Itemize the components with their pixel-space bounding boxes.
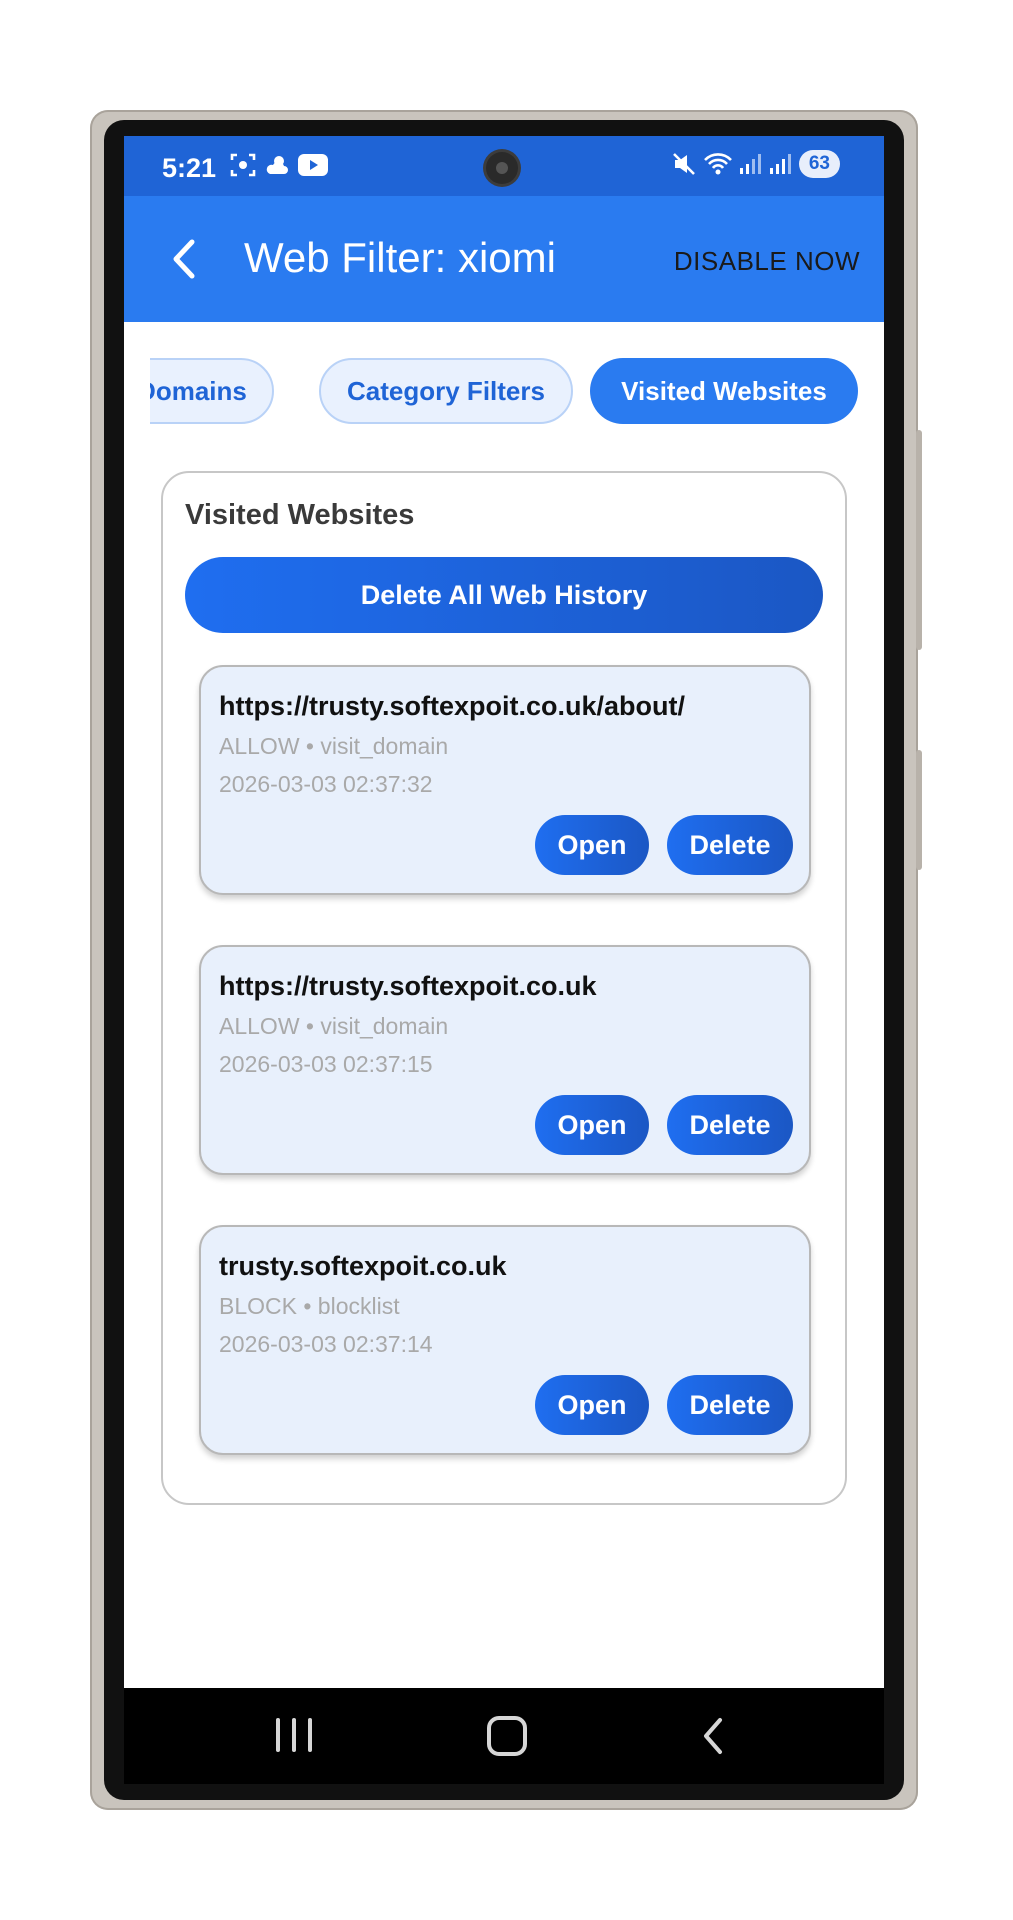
history-entry: https://trusty.softexpoit.co.uk ALLOW • … [199,945,811,1175]
recents-icon[interactable] [276,1718,312,1752]
disable-now-button[interactable]: DISABLE NOW [674,246,860,277]
entry-timestamp: 2026-03-03 02:37:32 [219,771,433,797]
page-title: Web Filter: xiomi [244,234,556,281]
visited-websites-card: Visited Websites Delete All Web History … [161,471,847,1505]
system-nav-bar [124,1688,884,1784]
entry-meta: BLOCK • blocklist [219,1293,400,1319]
signal-icon [739,154,761,174]
delete-button[interactable]: Delete [667,1095,793,1155]
status-bar: 5:21 63 [124,136,884,196]
entry-meta: ALLOW • visit_domain [219,733,449,759]
tab-scroll-fade [124,358,150,428]
history-entry: https://trusty.softexpoit.co.uk/about/ A… [199,665,811,895]
tab-bar: t Domains Category Filters Visited Websi… [124,358,884,430]
front-camera [486,152,518,184]
chevron-left-icon[interactable] [164,234,204,284]
entry-url: https://trusty.softexpoit.co.uk [219,971,597,1001]
entry-url: https://trusty.softexpoit.co.uk/about/ [219,691,686,721]
delete-button[interactable]: Delete [667,1375,793,1435]
weather-icon [266,156,288,174]
youtube-icon [298,154,328,176]
wifi-icon [703,153,732,175]
history-entry: trusty.softexpoit.co.uk BLOCK • blocklis… [199,1225,811,1455]
side-button [916,430,922,650]
delete-button[interactable]: Delete [667,815,793,875]
battery-level: 63 [798,150,840,178]
tab-visited-websites[interactable]: Visited Websites [590,358,858,424]
app-bar: Web Filter: xiomi DISABLE NOW [124,196,884,322]
entry-url: trusty.softexpoit.co.uk [219,1251,507,1281]
entry-timestamp: 2026-03-03 02:37:14 [219,1331,433,1357]
mute-icon [672,153,695,175]
open-button[interactable]: Open [535,1375,649,1435]
entry-timestamp: 2026-03-03 02:37:15 [219,1051,433,1077]
screenshot-icon [230,153,256,177]
back-icon[interactable] [696,1716,732,1756]
entry-meta: ALLOW • visit_domain [219,1013,449,1039]
open-button[interactable]: Open [535,815,649,875]
signal-icon [769,154,791,174]
section-title: Visited Websites [185,499,415,531]
screen: 5:21 63 Web Filter: xiomi DISABLE NOW t … [124,136,884,1784]
delete-all-history-button[interactable]: Delete All Web History [185,557,823,633]
side-button [916,750,922,870]
open-button[interactable]: Open [535,1095,649,1155]
home-icon[interactable] [487,1716,527,1756]
tab-category-filters[interactable]: Category Filters [319,358,573,424]
status-time: 5:21 [162,153,217,183]
